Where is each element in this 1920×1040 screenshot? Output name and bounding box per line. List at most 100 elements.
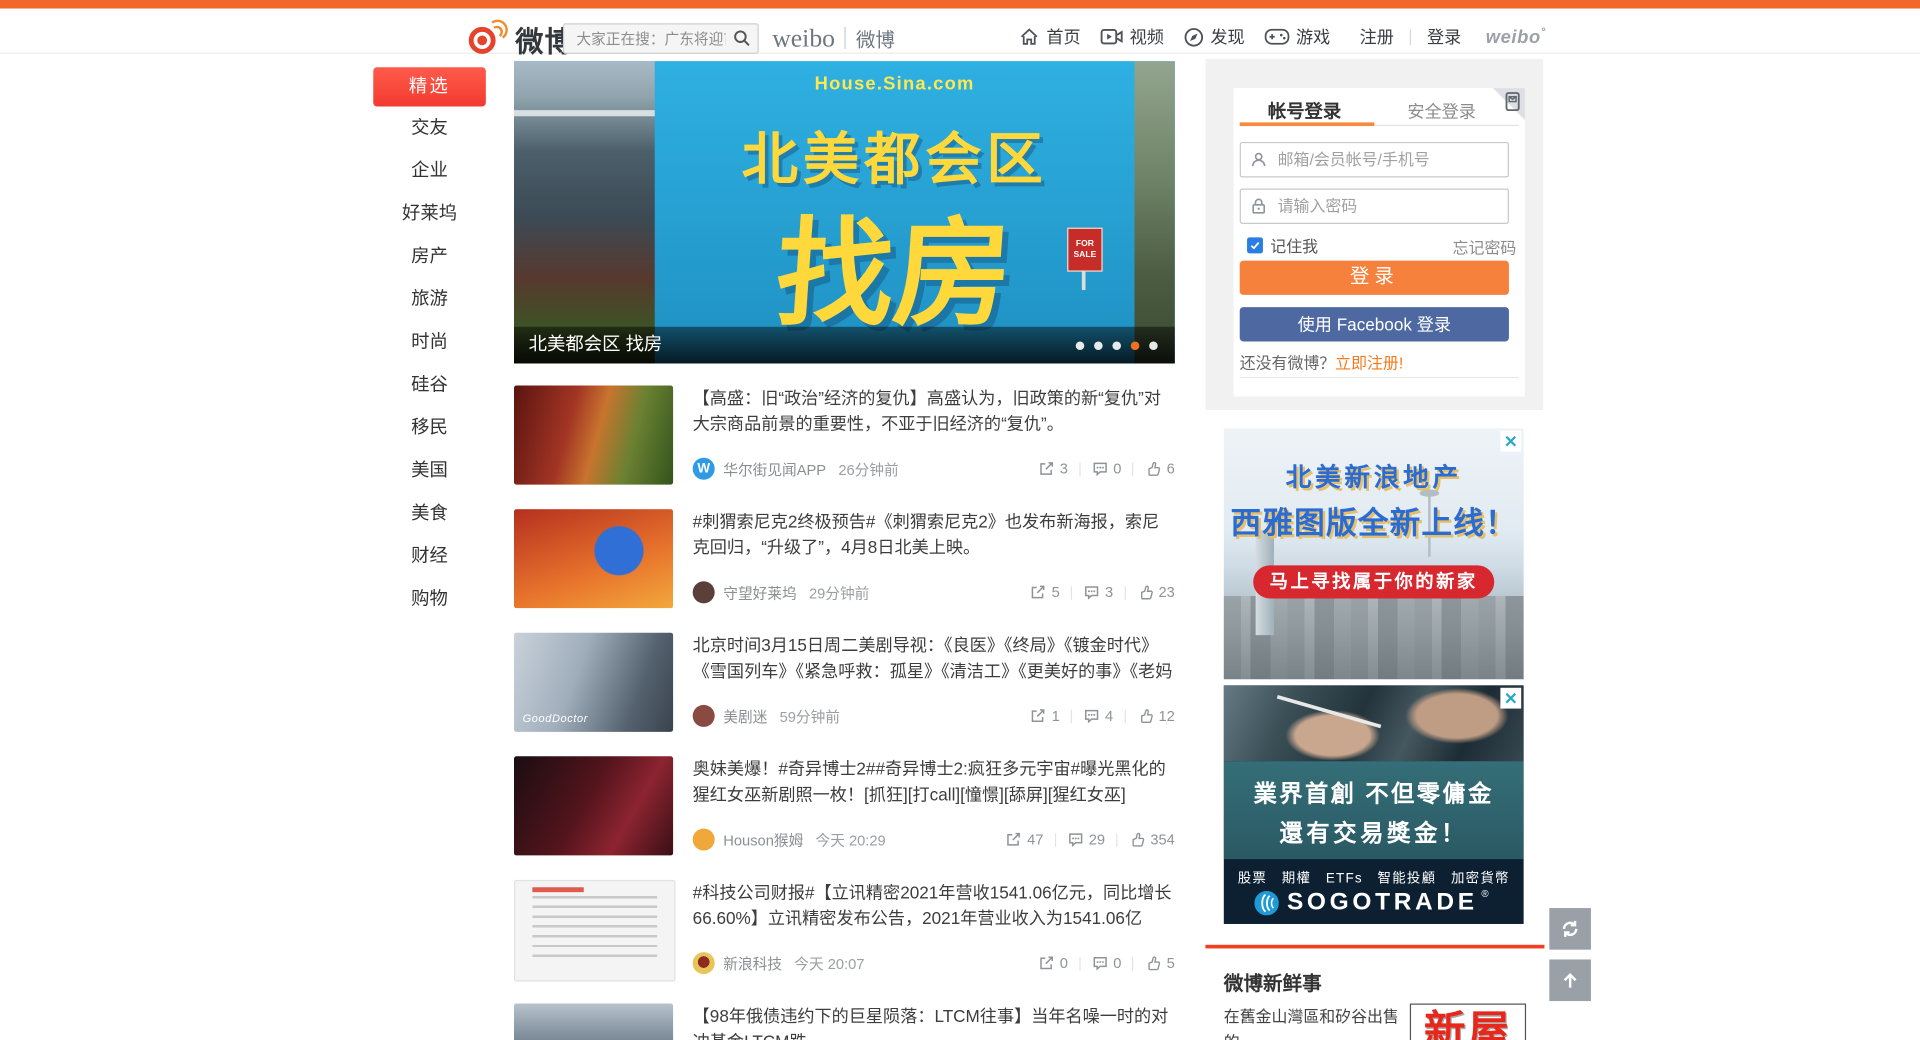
carousel-dot[interactable] — [1094, 341, 1103, 350]
carousel-dot[interactable] — [1112, 341, 1121, 350]
arrow-up-icon — [1559, 969, 1581, 991]
post-author[interactable]: Houson猴姆 — [723, 829, 803, 850]
post-thumbnail[interactable] — [514, 880, 676, 982]
feed-post: 奥妹美爆！#奇异博士2##奇异博士2:疯狂多元宇宙#曝光黑化的猩红女巫新剧照一枚… — [514, 756, 1175, 855]
like-action[interactable]: 354 — [1128, 831, 1175, 848]
username-input[interactable] — [1275, 144, 1503, 175]
post-author[interactable]: 守望好莱坞 — [723, 582, 796, 603]
avatar[interactable] — [693, 829, 715, 851]
post-thumbnail[interactable] — [514, 756, 673, 855]
sidebar-item-fashion[interactable]: 时尚 — [373, 321, 486, 364]
repost-action[interactable]: 5 — [1030, 584, 1060, 601]
sidebar-item-immigration[interactable]: 移民 — [373, 406, 486, 449]
section-divider — [1205, 945, 1544, 949]
avatar[interactable] — [693, 581, 715, 603]
hero-carousel[interactable]: House.Sina.com 北美都会区 找房 FOR SALE 北美都会区 找… — [514, 61, 1175, 363]
login-link[interactable]: 登录 — [1427, 24, 1461, 48]
nav-video[interactable]: 视频 — [1100, 24, 1164, 48]
nav-games[interactable]: 游戏 — [1264, 24, 1330, 48]
post-text[interactable]: 北京时间3月15日周二美剧导视：《良医》《终局》《镀金时代》《雪国列车》《紧急呼… — [693, 633, 1175, 684]
refresh-button[interactable] — [1549, 908, 1591, 950]
search-input[interactable] — [574, 26, 728, 52]
post-text[interactable]: 【98年俄债违约下的巨星陨落：LTCM往事】当年名噪一时的对冲基金LTCM跌 — [693, 1004, 1175, 1040]
post-text[interactable]: #刺猬索尼克2终极预告#《刺猬索尼克2》也发布新海报，索尼克回归，“升级了”，4… — [693, 509, 1175, 560]
post-author[interactable]: 美剧迷 — [723, 706, 767, 727]
carousel-dot[interactable] — [1076, 341, 1085, 350]
comment-action[interactable]: 0 — [1091, 460, 1121, 477]
comment-action[interactable]: 0 — [1091, 955, 1121, 972]
register-link[interactable]: 注册 — [1360, 24, 1394, 48]
check-icon — [1249, 240, 1260, 251]
sidebar-item-featured[interactable]: 精选 — [373, 67, 486, 106]
password-field[interactable] — [1240, 188, 1509, 223]
repost-action[interactable]: 47 — [1005, 831, 1043, 848]
nav-home[interactable]: 首页 — [1018, 24, 1080, 48]
login-button[interactable]: 登录 — [1240, 261, 1509, 295]
post-text[interactable]: 【高盛：旧“政治”经济的复仇】高盛认为，旧政策的新“复仇”对大宗商品前景的重要性… — [693, 385, 1175, 436]
search-box[interactable] — [563, 23, 759, 54]
forgot-password-link[interactable]: 忘记密码 — [1453, 235, 1517, 258]
post-thumbnail[interactable] — [514, 509, 673, 608]
comment-action[interactable]: 29 — [1067, 831, 1105, 848]
like-action[interactable]: 12 — [1136, 707, 1174, 724]
comment-icon — [1067, 831, 1084, 848]
carousel-dot-active[interactable] — [1131, 341, 1140, 350]
weibo-logo[interactable]: 微博 — [469, 22, 574, 56]
login-card: 帐号登录 安全登录 记住我 忘记密码 登录 使用 Facebook 登录 还没有… — [1234, 88, 1525, 396]
sidebar-item-siliconvalley[interactable]: 硅谷 — [373, 363, 486, 406]
sidebar-item-dating[interactable]: 交友 — [373, 106, 486, 149]
qr-login-icon[interactable] — [1505, 92, 1520, 112]
avatar[interactable]: W — [693, 458, 715, 480]
ad-line-1: 業界首創 不但零傭金 — [1224, 776, 1524, 809]
category-sidebar: 精选 交友 企业 好莱坞 房产 旅游 时尚 硅谷 移民 美国 美食 财经 购物 — [373, 67, 486, 620]
sidebar-item-finance[interactable]: 财经 — [373, 535, 486, 578]
ad-cta-button[interactable]: 马上寻找属于你的新家 — [1253, 565, 1494, 598]
post-thumbnail[interactable] — [514, 385, 673, 484]
remember-me[interactable]: 记住我 — [1240, 234, 1318, 257]
sidebar-item-realestate[interactable]: 房产 — [373, 235, 486, 278]
register-now-link[interactable]: 立即注册! — [1335, 354, 1403, 372]
like-action[interactable]: 6 — [1145, 460, 1175, 477]
fresh-news-item[interactable]: 在舊金山灣區和矽谷出售的 新建築房屋 — [1224, 1004, 1410, 1040]
sidebar-item-hollywood[interactable]: 好莱坞 — [373, 192, 486, 235]
post-thumbnail[interactable] — [514, 1004, 673, 1040]
ad-sina-realestate[interactable]: 北美新浪地产 西雅图版全新上线！ 马上寻找属于你的新家 — [1224, 428, 1524, 679]
remember-checkbox[interactable] — [1247, 237, 1263, 253]
sidebar-item-travel[interactable]: 旅游 — [373, 278, 486, 321]
post-thumbnail[interactable]: GoodDoctor — [514, 633, 673, 732]
post-text[interactable]: 奥妹美爆！#奇异博士2##奇异博士2:疯狂多元宇宙#曝光黑化的猩红女巫新剧照一枚… — [693, 756, 1175, 807]
fresh-news-image[interactable]: 新屋 — [1410, 1004, 1526, 1040]
post-author[interactable]: 新浪科技 — [723, 953, 782, 974]
post-text[interactable]: #科技公司财报#【立讯精密2021年营收1541.06亿元，同比增长66.60%… — [693, 880, 1175, 931]
sidebar-item-business[interactable]: 企业 — [373, 149, 486, 192]
ad-sogotrade[interactable]: 業界首創 不但零傭金 還有交易獎金！ 股票 期權 ETFs 智能投顧 加密貨幣 … — [1224, 685, 1524, 924]
sidebar-item-shopping[interactable]: 购物 — [373, 578, 486, 621]
tab-account-login[interactable]: 帐号登录 — [1256, 98, 1354, 124]
carousel-dot[interactable] — [1149, 341, 1158, 350]
nav-discover[interactable]: 发现 — [1183, 24, 1244, 48]
ad-close-button[interactable] — [1500, 431, 1521, 452]
sidebar-item-usa[interactable]: 美国 — [373, 449, 486, 492]
comment-action[interactable]: 4 — [1083, 707, 1113, 724]
search-icon[interactable] — [732, 28, 752, 48]
avatar[interactable] — [693, 952, 715, 974]
like-icon — [1145, 460, 1162, 477]
back-to-top-button[interactable] — [1549, 959, 1591, 1001]
comment-action[interactable]: 3 — [1083, 584, 1113, 601]
ad-close-button[interactable] — [1500, 688, 1521, 709]
post-author[interactable]: 华尔街见闻APP — [723, 458, 826, 479]
like-action[interactable]: 23 — [1136, 584, 1174, 601]
tab-safe-login[interactable]: 安全登录 — [1393, 99, 1491, 123]
repost-action[interactable]: 1 — [1030, 707, 1060, 724]
username-field[interactable] — [1240, 142, 1509, 177]
avatar[interactable] — [693, 705, 715, 727]
repost-action[interactable]: 0 — [1038, 955, 1068, 972]
sidebar-item-food[interactable]: 美食 — [373, 492, 486, 535]
comment-icon — [1083, 584, 1100, 601]
like-action[interactable]: 5 — [1145, 955, 1175, 972]
password-input[interactable] — [1275, 191, 1503, 222]
repost-action[interactable]: 3 — [1038, 460, 1068, 477]
facebook-login-button[interactable]: 使用 Facebook 登录 — [1240, 307, 1509, 341]
post-time: 今天 20:07 — [794, 953, 864, 974]
top-nav: 首页 视频 发现 游戏 注册 登录 weibo° — [1018, 23, 1546, 50]
